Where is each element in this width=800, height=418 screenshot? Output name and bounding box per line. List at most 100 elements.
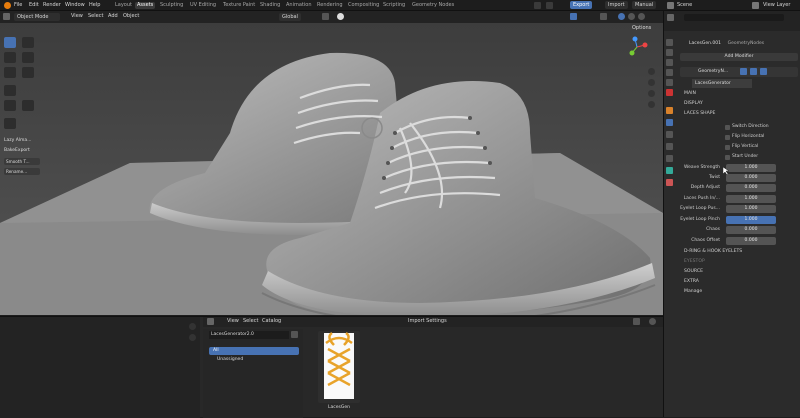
twist-field[interactable]: 0.000 bbox=[726, 174, 776, 182]
eyestop-panel[interactable]: EYESTOP bbox=[684, 257, 705, 266]
annotate-tool-icon[interactable] bbox=[4, 85, 16, 96]
menu-render[interactable]: Render bbox=[43, 2, 61, 9]
rename-button[interactable]: Rename... bbox=[4, 168, 40, 175]
object-tab-icon[interactable] bbox=[666, 107, 673, 114]
chaos-field[interactable]: 0.000 bbox=[726, 226, 776, 234]
rotate-tool-icon[interactable] bbox=[22, 52, 34, 63]
modifier-name-field[interactable]: GeometryN... bbox=[698, 68, 728, 76]
laces-shape-panel[interactable]: LACES SHAPE bbox=[684, 109, 715, 118]
scene-tab-icon[interactable] bbox=[666, 79, 673, 86]
flip-horizontal-checkbox[interactable] bbox=[725, 135, 730, 140]
measure-tool-icon[interactable] bbox=[4, 100, 16, 111]
eyelet-loop-push-field[interactable]: 1.000 bbox=[726, 205, 776, 213]
cursor-tool-icon[interactable] bbox=[22, 37, 34, 48]
lazy-alma-section[interactable]: Lazy Alma... bbox=[4, 137, 40, 145]
flip-vertical-checkbox[interactable] bbox=[725, 145, 730, 150]
blender-logo-icon[interactable] bbox=[4, 2, 11, 9]
pan-hand-icon[interactable] bbox=[189, 334, 196, 341]
camera-view-icon[interactable] bbox=[648, 90, 655, 97]
asset-menu-catalog[interactable]: Catalog bbox=[262, 318, 281, 325]
laces-push-in-field[interactable]: 1.000 bbox=[726, 195, 776, 203]
data-tab-icon[interactable] bbox=[666, 167, 673, 174]
scene-name[interactable]: Scene bbox=[677, 2, 692, 9]
smooth-button[interactable]: Smooth T... bbox=[4, 158, 40, 165]
select-tool-icon[interactable] bbox=[4, 37, 16, 48]
eyelet-loop-pinch-field[interactable]: 1.000 bbox=[726, 216, 776, 224]
menu-edit[interactable]: Edit bbox=[29, 2, 39, 9]
overlay-icon[interactable] bbox=[570, 13, 577, 20]
bake-export-section[interactable]: BakeExport bbox=[4, 147, 40, 155]
main-panel[interactable]: MAIN bbox=[684, 89, 696, 98]
extra-panel[interactable]: EXTRA bbox=[684, 277, 699, 286]
add-modifier-button[interactable]: Add Modifier bbox=[680, 53, 798, 61]
render-tab-icon[interactable] bbox=[666, 49, 673, 56]
import-button[interactable]: Import bbox=[605, 1, 628, 9]
xray-icon[interactable] bbox=[600, 13, 607, 20]
catalog-unassigned[interactable]: Unassigned bbox=[217, 356, 243, 364]
mode-select[interactable]: Object Mode bbox=[14, 13, 60, 21]
rendered-shading-icon[interactable] bbox=[638, 13, 645, 20]
render-visible-icon[interactable] bbox=[760, 68, 767, 75]
constraints-tab-icon[interactable] bbox=[666, 155, 673, 162]
filter-icon[interactable] bbox=[633, 318, 640, 325]
navigation-gizmo[interactable] bbox=[626, 36, 648, 58]
manage-panel[interactable]: Manage bbox=[684, 287, 702, 296]
viewport-menu-view[interactable]: View bbox=[71, 13, 83, 20]
asset-thumbnail[interactable] bbox=[318, 331, 360, 403]
search-icon[interactable] bbox=[534, 2, 541, 9]
menu-file[interactable]: File bbox=[14, 2, 22, 9]
manual-button[interactable]: Manual bbox=[632, 1, 657, 9]
asset-browser-icon[interactable] bbox=[207, 318, 214, 325]
tab-assets[interactable]: Assets bbox=[135, 2, 156, 9]
tool-tab-icon[interactable] bbox=[666, 39, 673, 46]
move-tool-icon[interactable] bbox=[4, 52, 16, 63]
orientation-select[interactable]: Global bbox=[279, 13, 301, 21]
display-panel[interactable]: DISPLAY bbox=[684, 99, 703, 108]
zoom-icon[interactable] bbox=[648, 68, 655, 75]
options-button[interactable]: Options bbox=[632, 25, 651, 31]
material-tab-icon[interactable] bbox=[666, 179, 673, 186]
tab-sculpting[interactable]: Sculpting bbox=[158, 2, 185, 9]
tab-rendering[interactable]: Rendering bbox=[315, 2, 345, 9]
settings-gear-icon[interactable] bbox=[649, 318, 656, 325]
pan-hand-icon[interactable] bbox=[648, 79, 655, 86]
solid-shading-icon[interactable] bbox=[618, 13, 625, 20]
outliner-search[interactable] bbox=[684, 14, 784, 21]
tab-geometry-nodes[interactable]: Geometry Nodes bbox=[410, 2, 456, 9]
edit-mode-icon[interactable] bbox=[740, 68, 747, 75]
tab-layout[interactable]: Layout bbox=[113, 2, 134, 9]
editor-type-icon[interactable] bbox=[3, 13, 10, 20]
source-panel[interactable]: SOURCE bbox=[684, 267, 703, 276]
import-settings-button[interactable]: Import Settings bbox=[408, 318, 447, 325]
tab-texture-paint[interactable]: Texture Paint bbox=[221, 2, 257, 9]
world-tab-icon[interactable] bbox=[666, 89, 673, 96]
3d-viewport[interactable]: Options bbox=[0, 23, 663, 315]
refresh-icon[interactable] bbox=[291, 331, 298, 338]
particles-tab-icon[interactable] bbox=[666, 131, 673, 138]
depth-adjust-field[interactable]: 0.000 bbox=[726, 184, 776, 192]
proportional-edit-icon[interactable] bbox=[337, 13, 344, 20]
perspective-grid-icon[interactable] bbox=[648, 101, 655, 108]
catalog-all[interactable]: All bbox=[209, 347, 299, 355]
view-layer-tab-icon[interactable] bbox=[666, 69, 673, 76]
add-object-icon[interactable] bbox=[4, 118, 16, 129]
tab-animation[interactable]: Animation bbox=[284, 2, 314, 9]
d-ring-panel[interactable]: D-RING & HOOK EYELETS bbox=[684, 247, 742, 256]
chaos-offset-field[interactable]: 0.000 bbox=[726, 237, 776, 245]
switch-direction-checkbox[interactable] bbox=[725, 125, 730, 130]
weave-strength-field[interactable]: 1.000 bbox=[726, 164, 776, 172]
asset-menu-view[interactable]: View bbox=[227, 318, 239, 325]
menu-help[interactable]: Help bbox=[89, 2, 100, 9]
scale-tool-icon[interactable] bbox=[4, 67, 16, 78]
transform-tool-icon[interactable] bbox=[22, 67, 34, 78]
add-cube-icon[interactable] bbox=[22, 100, 34, 111]
zoom-icon[interactable] bbox=[189, 323, 196, 330]
material-shading-icon[interactable] bbox=[628, 13, 635, 20]
asset-menu-select[interactable]: Select bbox=[243, 318, 258, 325]
viewport-menu-select[interactable]: Select bbox=[88, 13, 103, 20]
view-layer-name[interactable]: View Layer bbox=[763, 2, 790, 9]
tab-shading[interactable]: Shading bbox=[258, 2, 282, 9]
output-tab-icon[interactable] bbox=[666, 59, 673, 66]
tab-uv-editing[interactable]: UV Editing bbox=[188, 2, 218, 9]
grid-icon[interactable] bbox=[546, 2, 553, 9]
